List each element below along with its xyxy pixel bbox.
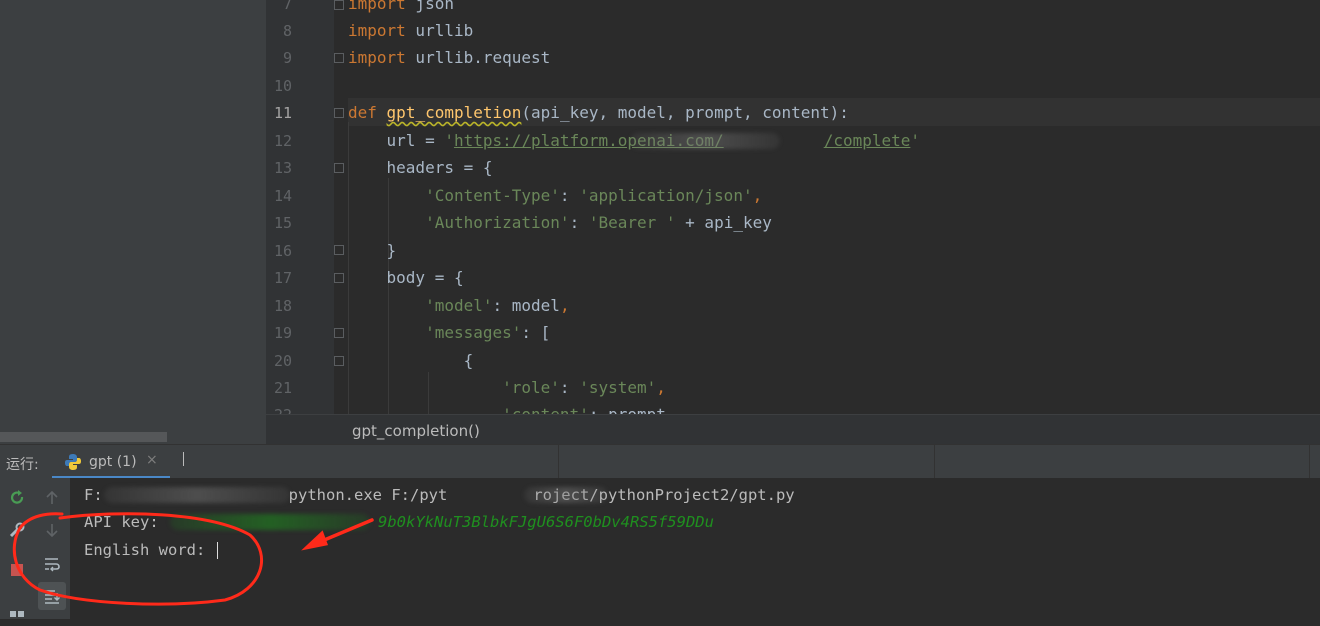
text-cursor [183,452,184,466]
line-number: 16 [273,242,292,260]
console-input-line[interactable]: English word: [84,540,218,560]
line-number: 18 [273,297,292,315]
line-number-gutter: 7 8 9 10 11 12 13 14 15 16 17 18 19 20 2… [266,0,334,424]
layout-icon[interactable] [3,598,31,626]
breadcrumb[interactable]: gpt_completion() [352,422,480,440]
fold-marker-icon[interactable] [334,328,344,338]
code-line: def gpt_completion(api_key, model, promp… [348,103,849,122]
line-number: 7 [282,0,292,13]
breadcrumb-bar: gpt_completion() [266,414,1320,445]
code-line: 'role': 'system', [502,378,666,397]
code-line: body = { [348,268,464,287]
rerun-icon[interactable] [3,484,31,512]
scroll-to-end-icon[interactable] [38,582,66,610]
fold-marker-icon[interactable] [334,108,344,118]
close-icon[interactable]: × [146,452,158,468]
code-line: 'Content-Type': 'application/json', [425,186,763,205]
fold-marker-icon[interactable] [334,273,344,283]
line-number: 17 [273,269,292,287]
fold-marker-icon[interactable] [334,245,344,255]
soft-wrap-icon[interactable] [38,550,66,578]
text-caret [216,542,218,559]
divider [1309,445,1310,479]
code-line: { [348,351,474,370]
up-arrow-icon[interactable] [38,484,66,512]
line-number: 15 [273,214,292,232]
redaction-blur [170,514,370,530]
fold-marker-icon[interactable] [334,163,344,173]
run-tab-gpt[interactable]: gpt (1) × [52,445,170,479]
run-panel-header: 运行: gpt (1) × [0,444,1320,479]
project-panel-area [0,0,266,444]
line-number: 20 [273,352,292,370]
python-icon [65,454,81,470]
line-number: 21 [273,379,292,397]
redaction-blur [630,133,780,149]
horizontal-scrollbar[interactable] [0,432,167,442]
line-number: 10 [273,77,292,95]
divider [934,445,935,479]
run-panel-label: 运行: [6,457,39,473]
run-toolbar-secondary [34,478,71,619]
run-toolbar-primary [0,478,35,619]
line-number: 12 [273,132,292,150]
fold-gutter [330,0,348,414]
line-number: 8 [282,22,292,40]
fold-marker-icon[interactable] [334,53,344,63]
stop-icon[interactable] [3,556,31,584]
code-line: import urllib [348,21,474,40]
wrench-icon[interactable] [3,516,31,544]
code-line: import urllib.request [348,48,551,67]
console-output[interactable]: F: python.exe F:/pyt roject/pythonProject2… [70,478,1320,619]
fold-marker-icon[interactable] [334,0,344,10]
code-line: 'model': model, [425,296,570,315]
code-line: import json [348,0,454,13]
line-number-active: 11 [273,104,292,122]
redaction-blur [524,487,608,503]
run-tab-label: gpt (1) [89,454,137,470]
divider [558,445,559,479]
code-line: headers = { [348,158,493,177]
code-editor[interactable]: import json import urllib import urllib.… [348,0,1320,414]
fold-marker-icon[interactable] [334,356,344,366]
code-line: 'messages': [ [425,323,551,342]
line-number: 14 [273,187,292,205]
code-line: 'content': prompt [348,405,666,414]
line-number: 19 [273,324,292,342]
line-number: 13 [273,159,292,177]
code-line: } [348,241,397,260]
line-number: 9 [282,49,292,67]
down-arrow-icon[interactable] [38,516,66,544]
redaction-blur [104,487,290,503]
code-line: 'Authorization': 'Bearer ' + api_key [425,213,772,232]
